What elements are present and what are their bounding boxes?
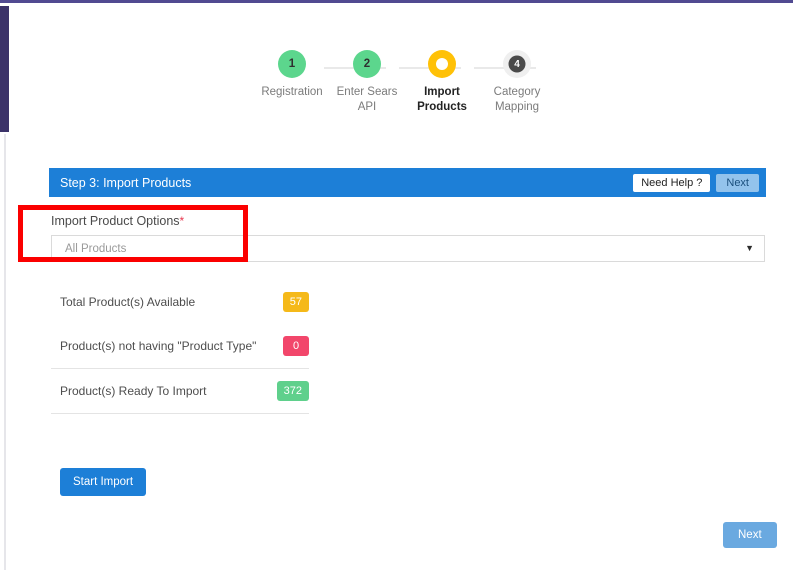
status-badge: 372 [276, 381, 309, 401]
step-1-number: 1 [288, 58, 296, 70]
need-help-button[interactable]: Need Help ? [633, 173, 711, 192]
step-4-category-mapping[interactable]: 4 Category Mapping [479, 50, 555, 115]
page-title: Step 3: Import Products [60, 175, 192, 190]
field-label-text: Import Product Options [51, 214, 180, 228]
stat-row: Product(s) not having "Product Type" 0 [51, 324, 309, 369]
panel-header: Step 3: Import Products Need Help ? Next [49, 168, 766, 197]
step-4-number: 4 [514, 58, 520, 70]
select-selected-value: All Products [65, 242, 127, 255]
stat-label: Product(s) not having "Product Type" [60, 339, 257, 353]
status-badge: 0 [283, 336, 309, 356]
step-2-label: Enter Sears API [336, 86, 398, 113]
step-3-import-products[interactable]: 3 Import Products [404, 50, 480, 115]
stat-row: Product(s) Ready To Import 372 [51, 369, 309, 414]
step-1-label: Registration [261, 86, 323, 98]
page-frame: 1 Registration 2 Enter Sears API 3 Impor… [0, 0, 793, 570]
step-1-dot: 1 [278, 50, 306, 78]
step-2-dot: 2 [353, 50, 381, 78]
header-next-button[interactable]: Next [716, 173, 759, 192]
step-2-number: 2 [363, 58, 371, 70]
import-product-options-label: Import Product Options* [51, 214, 184, 228]
step-2-enter-sears-api[interactable]: 2 Enter Sears API [329, 50, 405, 115]
sidebar-rail [0, 6, 9, 132]
step-4-label: Category Mapping [493, 86, 541, 113]
step-3-label: Import Products [417, 86, 467, 113]
import-product-options-select[interactable]: All Products ▼ [51, 235, 765, 262]
stat-label: Total Product(s) Available [60, 295, 196, 309]
step-1-registration[interactable]: 1 Registration [254, 50, 330, 100]
required-asterisk: * [179, 214, 185, 228]
stat-row: Total Product(s) Available 57 [51, 280, 309, 324]
step-3-number: 3 [439, 58, 445, 70]
stat-label: Product(s) Ready To Import [60, 384, 207, 398]
chevron-down-icon: ▼ [745, 243, 754, 253]
content-surface: 1 Registration 2 Enter Sears API 3 Impor… [10, 6, 793, 570]
start-import-button[interactable]: Start Import [60, 468, 147, 496]
product-stats-list: Total Product(s) Available 57 Product(s)… [51, 280, 309, 414]
status-badge: 57 [282, 292, 309, 312]
step-3-dot: 3 [428, 50, 456, 78]
bottom-next-button[interactable]: Next [723, 522, 777, 548]
sidebar-rail-divider [4, 134, 6, 570]
step-4-dot: 4 [503, 50, 531, 78]
wizard-stepper: 1 Registration 2 Enter Sears API 3 Impor… [258, 50, 550, 120]
